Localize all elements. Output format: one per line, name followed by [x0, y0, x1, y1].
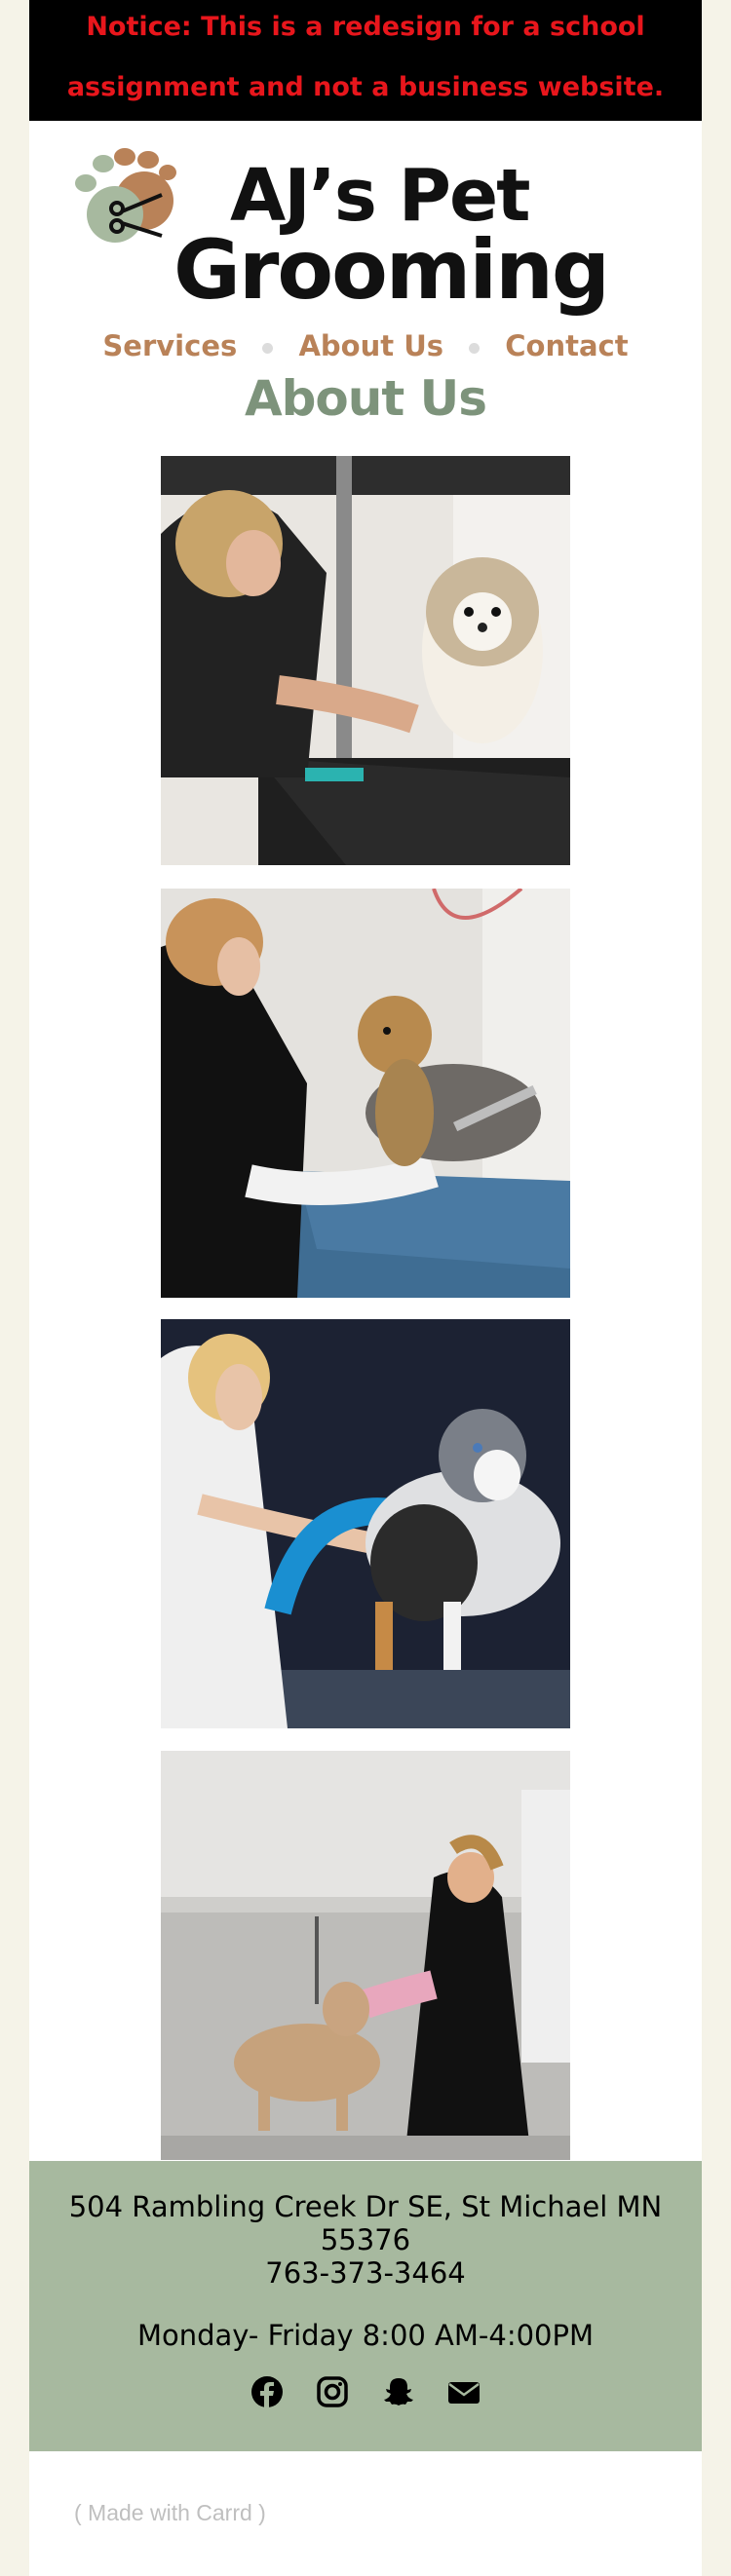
page-title: About Us — [244, 370, 487, 427]
business-hours: Monday- Friday 8:00 AM-4:00PM — [136, 2319, 595, 2352]
social-links — [29, 2373, 702, 2408]
nav-about-us[interactable]: About Us — [298, 329, 443, 362]
notice-line-2: assignment and not a business website. — [66, 72, 665, 102]
notice-line-1: Notice: This is a redesign for a school — [86, 12, 645, 42]
logo[interactable]: AJ’s Pet Grooming — [66, 140, 610, 331]
photo-groomer-shih-tzu — [161, 456, 570, 865]
facebook-icon[interactable] — [250, 2375, 284, 2408]
nav-separator — [469, 342, 481, 354]
notice-banner: Notice: This is a redesign for a school … — [29, 0, 702, 121]
nav-services[interactable]: Services — [102, 329, 237, 362]
address-line-1: 504 Rambling Creek Dr SE, St Michael MN — [68, 2190, 663, 2223]
address-line-2: 55376 — [320, 2223, 411, 2256]
nav-contact[interactable]: Contact — [505, 329, 628, 362]
footer: 504 Rambling Creek Dr SE, St Michael MN … — [29, 2161, 702, 2451]
envelope-icon[interactable] — [447, 2375, 481, 2408]
photo-groomer-aussie — [161, 1319, 570, 1728]
snapchat-icon[interactable] — [382, 2375, 415, 2408]
made-with-carrd-link[interactable]: ( Made with Carrd ) — [74, 2500, 266, 2526]
main-nav: Services About Us Contact — [29, 329, 702, 368]
logo-line-2: Grooming — [173, 222, 610, 318]
phone-number[interactable]: 763-373-3464 — [29, 2256, 702, 2290]
photo-groomer-yorkie — [161, 889, 570, 1298]
page-container: Notice: This is a redesign for a school … — [29, 0, 702, 2576]
instagram-icon[interactable] — [316, 2375, 349, 2408]
nav-separator — [262, 342, 274, 354]
photo-groomer-bath — [161, 1751, 570, 2160]
